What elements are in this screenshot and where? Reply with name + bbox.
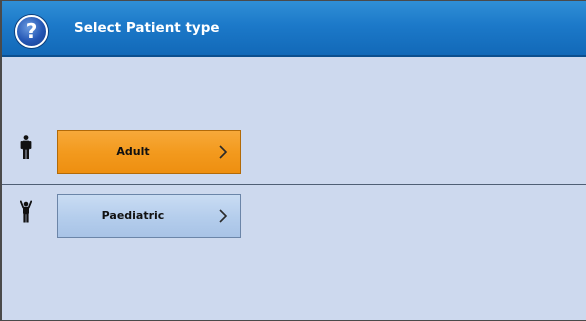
patient-type-dialog: ? Select Patient type Adult Paediatric <box>0 0 586 321</box>
adult-person-icon <box>20 135 32 159</box>
chevron-right-icon <box>219 209 228 223</box>
dialog-title: Select Patient type <box>74 20 220 36</box>
adult-button[interactable]: Adult <box>57 130 241 174</box>
title-bar: ? Select Patient type <box>2 1 586 57</box>
paediatric-button-label: Paediatric <box>101 209 165 222</box>
row-divider <box>2 184 586 185</box>
paediatric-button[interactable]: Paediatric <box>57 194 241 238</box>
paediatric-option-row: Paediatric <box>2 193 586 241</box>
child-person-icon <box>20 200 32 223</box>
dialog-content: Adult Paediatric <box>2 57 586 320</box>
chevron-right-icon <box>219 145 228 159</box>
help-question-icon[interactable]: ? <box>15 15 48 48</box>
adult-option-row: Adult <box>2 129 586 177</box>
adult-button-label: Adult <box>116 145 150 158</box>
